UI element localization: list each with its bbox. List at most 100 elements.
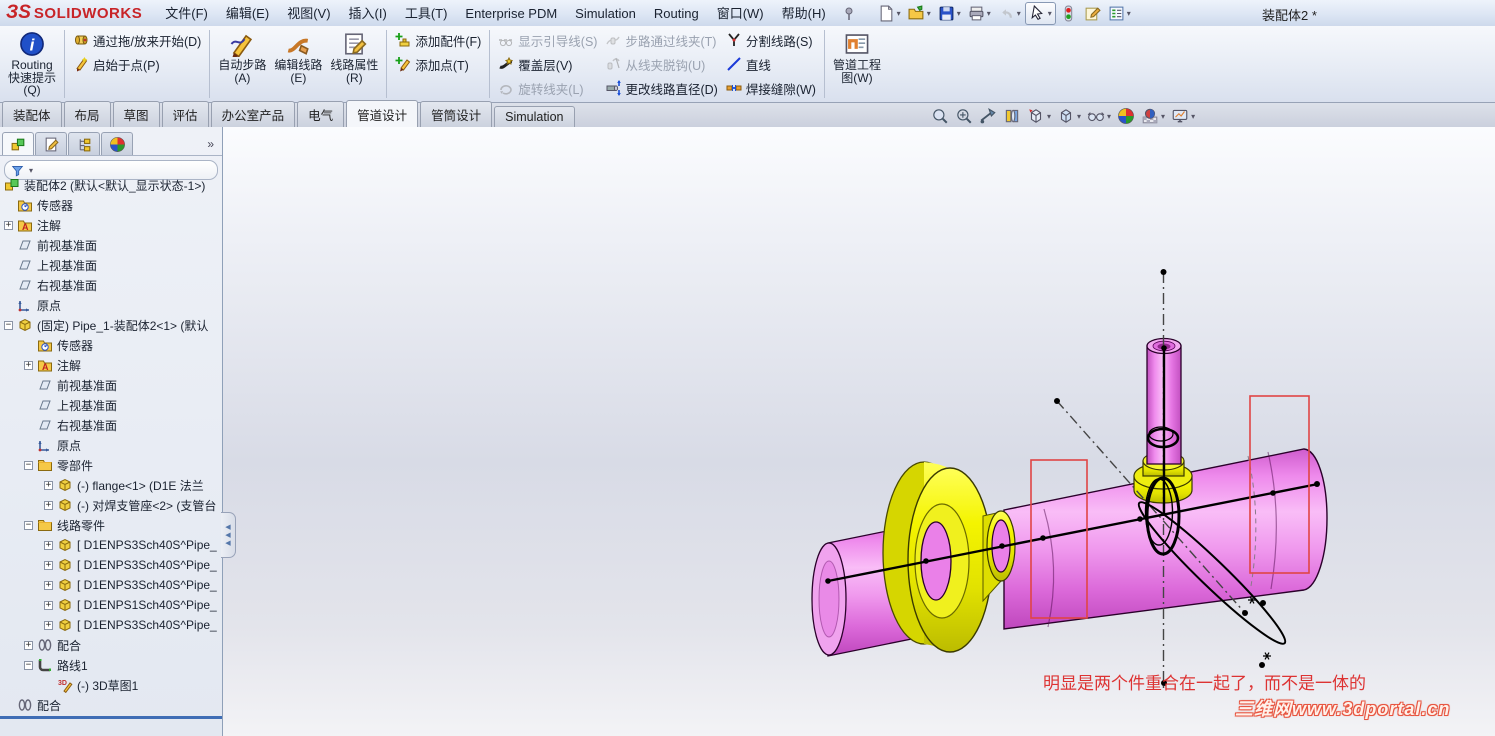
pin-icon[interactable] — [841, 5, 857, 21]
edit-properties-button[interactable] — [1081, 3, 1104, 24]
tree-item-配合[interactable]: 配合 — [0, 695, 222, 715]
tree-item--flange-1-d1e-法兰[interactable]: + (-) flange<1> (D1E 法兰 — [0, 475, 222, 495]
tree-item-右视基准面[interactable]: 右视基准面 — [0, 275, 222, 295]
tree-item-原点[interactable]: 原点 — [0, 435, 222, 455]
menu-item-7[interactable]: Routing — [645, 1, 708, 26]
tree-item-传感器[interactable]: 传感器 — [0, 335, 222, 355]
apply-scene-button[interactable]: ▾ — [1140, 106, 1166, 126]
new-document-button[interactable]: ▾ — [875, 3, 904, 24]
menu-item-6[interactable]: Simulation — [566, 1, 645, 26]
tab-草图[interactable]: 草图 — [112, 101, 160, 127]
ribbon-button-添加点-t-[interactable]: 添加点(T) — [391, 52, 485, 76]
ribbon-button-自动步路-a-[interactable]: 自动步路(A) — [214, 28, 270, 87]
tab-办公室产品[interactable]: 办公室产品 — [210, 101, 296, 127]
view-settings-button[interactable]: ▾ — [1170, 106, 1196, 126]
tree-item--d1enps3sch40s-pipe_[interactable]: + [ D1ENPS3Sch40S^Pipe_ — [0, 555, 222, 575]
menu-item-0[interactable]: 文件(F) — [156, 1, 217, 26]
undo-button[interactable]: ▾ — [995, 3, 1024, 24]
tab-simulation[interactable]: Simulation — [494, 106, 575, 127]
tree-collapse-box[interactable]: − — [4, 320, 13, 330]
ribbon-button-分割线路-s-[interactable]: 分割线路(S) — [722, 28, 820, 52]
display-style-dropdown-caret[interactable]: ▾ — [1077, 112, 1081, 121]
tree-collapse-box[interactable]: − — [24, 660, 33, 670]
new-document-dropdown-caret[interactable]: ▾ — [897, 9, 901, 18]
ribbon-button-编辑线路-e-[interactable]: 编辑线路(E) — [270, 28, 326, 87]
menu-item-5[interactable]: Enterprise PDM — [456, 1, 566, 26]
menu-item-3[interactable]: 插入(I) — [340, 1, 396, 26]
menu-item-2[interactable]: 视图(V) — [278, 1, 339, 26]
section-view-button[interactable] — [1002, 106, 1022, 126]
tab-评估[interactable]: 评估 — [161, 101, 209, 127]
ribbon-button-更改线路直径-d-[interactable]: 更改线路直径(D) — [601, 76, 721, 100]
tree-item--固定-pipe_1-装配体2-1-默认[interactable]: − (固定) Pipe_1-装配体2<1> (默认 — [0, 315, 222, 335]
tree-item-零部件[interactable]: − 零部件 — [0, 455, 222, 475]
open-button[interactable]: ▾ — [905, 3, 934, 24]
tree-item--d1enps1sch40s-pipe_[interactable]: + [ D1ENPS1Sch40S^Pipe_ — [0, 595, 222, 615]
view-orientation-button[interactable]: ▾ — [1026, 106, 1052, 126]
apply-scene-dropdown-caret[interactable]: ▾ — [1161, 112, 1165, 121]
tree-item--对焊支管座-2-支管台[interactable]: + (-) 对焊支管座<2> (支管台 — [0, 495, 222, 515]
tree-item-线路零件[interactable]: − 线路零件 — [0, 515, 222, 535]
tree-expand-box[interactable]: + — [4, 220, 13, 230]
ribbon-button-通过拖-放来开始-d-[interactable]: 通过拖/放来开始(D) — [69, 28, 205, 52]
tree-item-原点[interactable]: 原点 — [0, 295, 222, 315]
open-dropdown-caret[interactable]: ▾ — [927, 9, 931, 18]
tab-管筒设计[interactable]: 管筒设计 — [420, 101, 493, 127]
save-button[interactable]: ▾ — [935, 3, 964, 24]
tree-expand-box[interactable]: + — [44, 500, 53, 510]
tree-expand-box[interactable]: + — [24, 640, 33, 650]
ribbon-button-线路属性-r-[interactable]: 线路属性(R) — [326, 28, 382, 87]
panel-tab-configuration-manager[interactable] — [68, 132, 100, 155]
tree-item-前视基准面[interactable]: 前视基准面 — [0, 235, 222, 255]
panel-splitter[interactable] — [0, 716, 222, 719]
tree-item--3d草图1[interactable]: 3D (-) 3D草图1 — [0, 675, 222, 695]
display-style-button[interactable]: ▾ — [1056, 106, 1082, 126]
tree-item--d1enps3sch40s-pipe_[interactable]: + [ D1ENPS3Sch40S^Pipe_ — [0, 575, 222, 595]
task-list-dropdown-caret[interactable]: ▾ — [1127, 9, 1131, 18]
tree-item-装配体2-默认-默认_显示状态-1-[interactable]: 装配体2 (默认<默认_显示状态-1>) — [0, 175, 222, 195]
select-dropdown-caret[interactable]: ▾ — [1048, 9, 1052, 18]
ribbon-button-添加配件-f-[interactable]: 添加配件(F) — [391, 28, 485, 52]
tree-item-配合[interactable]: + 配合 — [0, 635, 222, 655]
hide-show-items-dropdown-caret[interactable]: ▾ — [1107, 112, 1111, 121]
panel-tab-feature-manager[interactable] — [2, 132, 34, 155]
tree-expand-box[interactable]: + — [44, 480, 53, 490]
save-dropdown-caret[interactable]: ▾ — [957, 9, 961, 18]
menu-item-8[interactable]: 窗口(W) — [708, 1, 773, 26]
zoom-to-fit-button[interactable] — [930, 106, 950, 126]
panel-collapse-handle[interactable]: ◀ ◀ ◀ — [221, 512, 236, 558]
tree-item-上视基准面[interactable]: 上视基准面 — [0, 395, 222, 415]
task-list-button[interactable]: ▾ — [1105, 3, 1134, 24]
tree-item-右视基准面[interactable]: 右视基准面 — [0, 415, 222, 435]
ribbon-button-直线[interactable]: 直线 — [722, 52, 820, 76]
print-dropdown-caret[interactable]: ▾ — [987, 9, 991, 18]
select-button[interactable]: ▾ — [1024, 1, 1056, 25]
traffic-light-button[interactable] — [1057, 3, 1080, 24]
menu-item-4[interactable]: 工具(T) — [396, 1, 457, 26]
tree-collapse-box[interactable]: − — [24, 460, 33, 470]
graphics-viewport[interactable]: 明显是两个件重合在一起了，而不是一体的 三维网www.3dportal.cn — [223, 127, 1495, 736]
menu-item-1[interactable]: 编辑(E) — [217, 1, 278, 26]
ribbon-button-覆盖层-v-[interactable]: 覆盖层(V) — [494, 52, 601, 76]
tree-item--d1enps3sch40s-pipe_[interactable]: + [ D1ENPS3Sch40S^Pipe_ — [0, 615, 222, 635]
tab-装配体[interactable]: 装配体 — [2, 101, 62, 127]
tree-item-路线1[interactable]: − 路线1 — [0, 655, 222, 675]
zoom-to-selection-button[interactable] — [978, 106, 998, 126]
tab-管道设计[interactable]: 管道设计 — [346, 100, 419, 127]
tree-item-注解[interactable]: + A 注解 — [0, 215, 222, 235]
view-orientation-dropdown-caret[interactable]: ▾ — [1047, 112, 1051, 121]
tree-expand-box[interactable]: + — [44, 600, 53, 610]
ribbon-button-管道工程图-w-[interactable]: 管道工程图(W) — [829, 28, 885, 87]
tree-item--d1enps3sch40s-pipe_[interactable]: + [ D1ENPS3Sch40S^Pipe_ — [0, 535, 222, 555]
tree-expand-box[interactable]: + — [44, 540, 53, 550]
view-settings-dropdown-caret[interactable]: ▾ — [1191, 112, 1195, 121]
print-button[interactable]: ▾ — [965, 3, 994, 24]
filter-dropdown-caret[interactable]: ▾ — [29, 166, 33, 175]
tab-电气[interactable]: 电气 — [297, 101, 345, 127]
hide-show-items-button[interactable]: ▾ — [1086, 106, 1112, 126]
tree-expand-box[interactable]: + — [44, 620, 53, 630]
tree-item-传感器[interactable]: 传感器 — [0, 195, 222, 215]
tree-expand-box[interactable]: + — [24, 360, 33, 370]
edit-appearance-button[interactable] — [1116, 106, 1136, 126]
menu-item-9[interactable]: 帮助(H) — [773, 1, 835, 26]
